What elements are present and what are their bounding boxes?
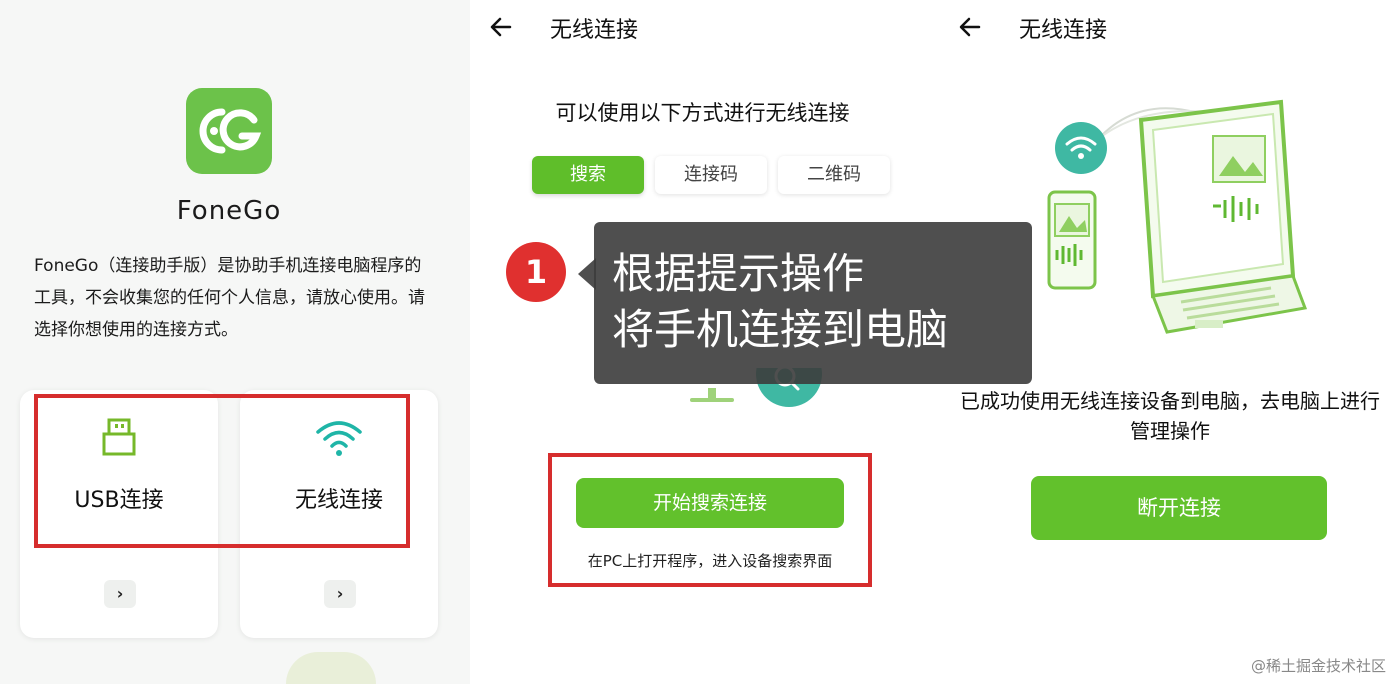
disconnect-button[interactable]: 断开连接 (1031, 476, 1327, 540)
wireless-chevron-right-icon[interactable]: › (324, 580, 356, 608)
connection-success-message: 已成功使用无线连接设备到电脑，去电脑上进行管理操作 (960, 389, 1380, 443)
decorative-shape (286, 652, 376, 684)
instruction-line-1: 根据提示操作 (612, 249, 865, 298)
tab-qr-code[interactable]: 二维码 (778, 156, 890, 194)
back-arrow-icon[interactable] (488, 14, 514, 40)
instruction-line-2: 将手机连接到电脑 (612, 305, 949, 354)
tab-search[interactable]: 搜索 (532, 156, 644, 194)
watermark: @稀土掘金技术社区 (1250, 657, 1386, 675)
step-number-badge: 1 (506, 242, 566, 302)
highlight-frame (548, 453, 872, 587)
app-name: FoneGo (176, 196, 282, 226)
laptop-phone-illustration (1047, 99, 1308, 334)
connection-mode-panel: FoneGo FoneGo（连接助手版）是协助手机连接电脑程序的工具，不会收集您… (0, 0, 470, 684)
tab-connection-code[interactable]: 连接码 (655, 156, 767, 194)
instruction-tooltip: 根据提示操作 将手机连接到电脑 (594, 222, 1032, 384)
wireless-method-subtitle: 可以使用以下方式进行无线连接 (555, 101, 850, 125)
fonego-logo (186, 88, 272, 174)
app-description: FoneGo（连接助手版）是协助手机连接电脑程序的工具，不会收集您的任何个人信息… (34, 256, 425, 340)
header-title: 无线连接 (1019, 18, 1108, 43)
back-arrow-icon[interactable] (957, 14, 983, 40)
monitor-stand-icon (690, 388, 734, 402)
header-title: 无线连接 (550, 18, 639, 43)
usb-chevron-right-icon[interactable]: › (104, 580, 136, 608)
highlight-frame (34, 394, 410, 548)
